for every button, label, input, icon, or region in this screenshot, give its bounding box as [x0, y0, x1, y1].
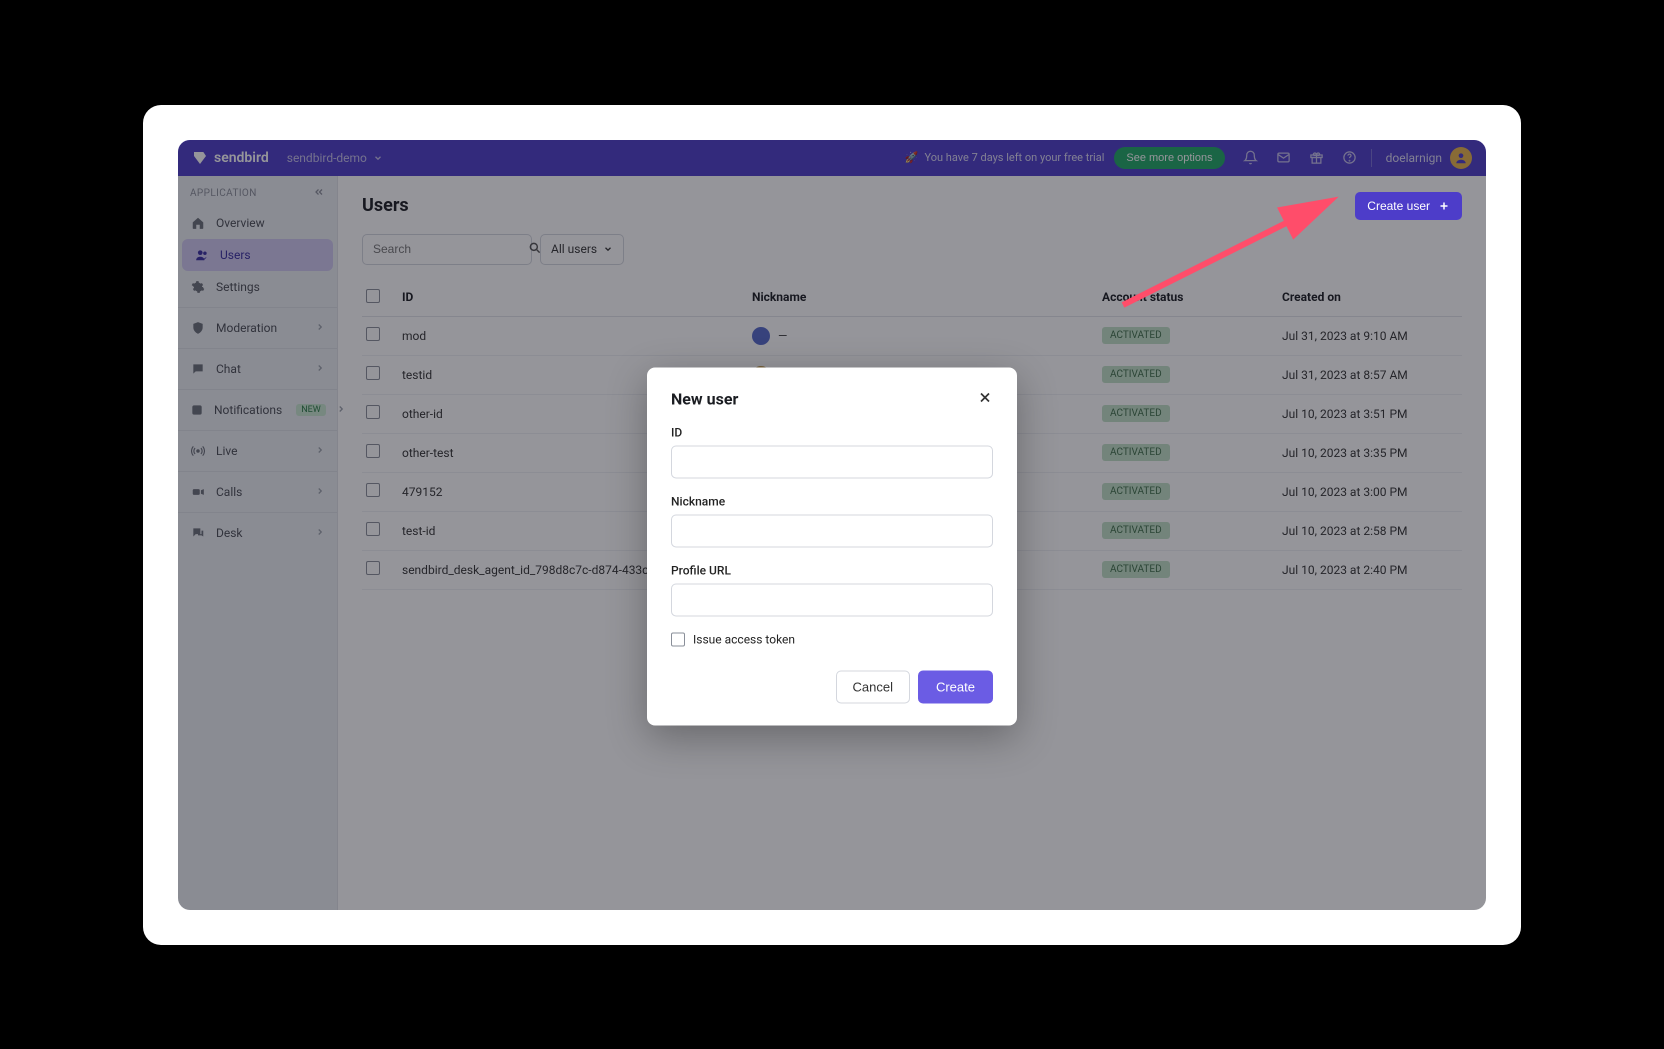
- profile-url-label: Profile URL: [671, 563, 993, 577]
- issue-token-label: Issue access token: [693, 632, 795, 646]
- issue-token-checkbox[interactable]: [671, 632, 685, 646]
- cancel-button[interactable]: Cancel: [836, 670, 910, 703]
- nickname-label: Nickname: [671, 494, 993, 508]
- create-button[interactable]: Create: [918, 670, 993, 703]
- id-label: ID: [671, 425, 993, 439]
- id-input[interactable]: [671, 445, 993, 478]
- create-user-button[interactable]: Create user: [1355, 192, 1462, 220]
- new-user-modal: New user ID Nickname Profile URL Issue a…: [647, 367, 1017, 725]
- nickname-input[interactable]: [671, 514, 993, 547]
- modal-title: New user: [671, 389, 738, 408]
- close-icon[interactable]: [977, 389, 993, 409]
- plus-icon: [1438, 200, 1450, 212]
- profile-url-input[interactable]: [671, 583, 993, 616]
